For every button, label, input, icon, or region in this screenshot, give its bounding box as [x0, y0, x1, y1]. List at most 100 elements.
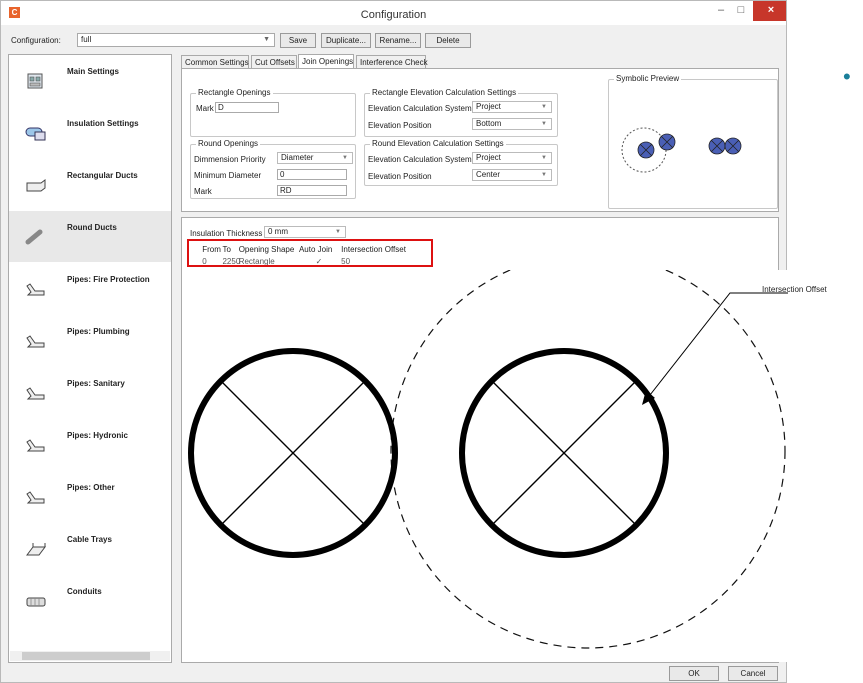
title-bar: C Configuration – □ × [1, 1, 786, 25]
intersection-offset-label: Intersection Offset [762, 285, 827, 294]
group-title: Round Openings [196, 139, 261, 148]
round-elevation-system-value: Project [476, 153, 501, 162]
elevation-position-label: Elevation Position [368, 172, 432, 181]
category-sidebar: Main Settings Insulation Settings Rectan… [8, 54, 172, 663]
elevation-system-label: Elevation Calculation System [368, 155, 472, 164]
priority-select[interactable]: Diameter ▼ [277, 152, 353, 164]
pipe-icon [26, 335, 45, 348]
sidebar-item-label: Round Ducts [67, 223, 117, 232]
sidebar-item-label: Cable Trays [67, 535, 112, 544]
insulation-icon [25, 127, 46, 141]
scrollbar-thumb[interactable] [22, 652, 150, 660]
chevron-down-icon: ▼ [541, 104, 547, 110]
sidebar-item-cable-trays[interactable]: Cable Trays [9, 523, 171, 574]
ok-button[interactable]: OK [669, 666, 719, 681]
round-elevation-group: Round Elevation Calculation Settings Ele… [364, 139, 558, 186]
elevation-system-label: Elevation Calculation System [368, 104, 472, 113]
chevron-down-icon: ▼ [335, 229, 341, 235]
sidebar-item-round-ducts[interactable]: Round Ducts [9, 211, 171, 262]
rect-duct-icon [26, 179, 46, 192]
tab-interference-check[interactable]: Interference Check [356, 55, 428, 69]
configuration-value: full [81, 35, 92, 44]
round-elevation-position-value: Center [476, 170, 501, 179]
round-elevation-position-select[interactable]: Center ▼ [472, 169, 552, 181]
sidebar-item-pipes-other[interactable]: Pipes: Other [9, 471, 171, 522]
configuration-bar: Configuration: full ▼ Save Duplicate... … [1, 31, 786, 49]
sidebar-item-pipes-sanitary[interactable]: Pipes: Sanitary [9, 367, 171, 418]
chevron-down-icon: ▼ [541, 121, 547, 127]
sidebar-item-pipes-fire-protection[interactable]: Pipes: Fire Protection [9, 263, 171, 314]
close-button[interactable]: × [753, 1, 786, 21]
sidebar-item-label: Pipes: Sanitary [67, 379, 125, 388]
group-title: Rectangle Elevation Calculation Settings [370, 88, 519, 97]
rectangle-openings-group: Rectangle Openings Mark D [190, 88, 356, 137]
pipe-icon [26, 283, 45, 296]
intersection-offset-diagram [186, 270, 788, 662]
main-settings-icon [27, 73, 43, 89]
sidebar-item-conduits[interactable]: Conduits [9, 575, 171, 626]
rect-elevation-position-select[interactable]: Bottom ▼ [472, 118, 552, 130]
insulation-thickness-value: 0 mm [268, 227, 288, 236]
slide-bullet: • [843, 64, 851, 89]
symbolic-preview-image [612, 92, 774, 204]
group-title: Round Elevation Calculation Settings [370, 139, 506, 148]
configuration-select[interactable]: full ▼ [77, 33, 275, 47]
delete-button[interactable]: Delete [425, 33, 471, 48]
chevron-down-icon: ▼ [342, 155, 348, 161]
highlight-box [187, 239, 433, 267]
conduit-icon [26, 597, 46, 607]
insulation-thickness-label: Insulation Thickness [190, 229, 263, 238]
rect-elevation-system-select[interactable]: Project ▼ [472, 101, 552, 113]
cancel-button[interactable]: Cancel [728, 666, 778, 681]
priority-value: Diameter [281, 153, 314, 162]
pipe-icon [26, 491, 45, 504]
rect-elevation-group: Rectangle Elevation Calculation Settings… [364, 88, 558, 137]
insulation-thickness-select[interactable]: 0 mm ▼ [264, 226, 346, 238]
pipe-icon [26, 387, 45, 400]
chevron-down-icon: ▼ [541, 172, 547, 178]
elevation-position-label: Elevation Position [368, 121, 432, 130]
group-title: Rectangle Openings [196, 88, 273, 97]
window-title: Configuration [360, 9, 427, 21]
group-title: Symbolic Preview [614, 74, 682, 83]
pipe-icon [26, 439, 45, 452]
sidebar-item-insulation-settings[interactable]: Insulation Settings [9, 107, 171, 158]
sidebar-item-label: Pipes: Hydronic [67, 431, 128, 440]
round-mark-input[interactable]: RD [277, 185, 347, 196]
min-diameter-input[interactable]: 0 [277, 169, 347, 180]
mark-label: Mark [194, 187, 212, 196]
rename-button[interactable]: Rename... [375, 33, 421, 48]
save-button[interactable]: Save [280, 33, 316, 48]
symbolic-preview-group: Symbolic Preview [608, 74, 778, 209]
tab-common-settings[interactable]: Common Settings [181, 55, 249, 69]
sidebar-item-label: Pipes: Plumbing [67, 327, 130, 336]
sidebar-item-label: Main Settings [67, 67, 120, 76]
round-openings-group: Round Openings Dimmension Priority Diame… [190, 139, 356, 199]
rect-elevation-position-value: Bottom [476, 119, 502, 128]
priority-label: Dimmension Priority [194, 155, 266, 164]
sidebar-item-label: Pipes: Other [67, 483, 115, 492]
sidebar-item-rectangular-ducts[interactable]: Rectangular Ducts [9, 159, 171, 210]
cable-tray-icon [26, 543, 46, 556]
sidebar-item-label: Pipes: Fire Protection [67, 275, 150, 284]
duplicate-button[interactable]: Duplicate... [321, 33, 371, 48]
sidebar-item-pipes-hydronic[interactable]: Pipes: Hydronic [9, 419, 171, 470]
maximize-button[interactable]: □ [729, 1, 753, 21]
chevron-down-icon: ▼ [541, 155, 547, 161]
sidebar-item-label: Insulation Settings [67, 119, 139, 128]
rect-elevation-system-value: Project [476, 102, 501, 111]
min-diameter-label: Minimum Diameter [194, 171, 262, 180]
configuration-label: Configuration: [11, 36, 61, 45]
sidebar-item-label: Rectangular Ducts [67, 171, 138, 180]
mark-label: Mark [196, 104, 214, 113]
chevron-down-icon: ▼ [263, 36, 270, 43]
round-duct-icon [25, 229, 43, 245]
sidebar-item-main-settings[interactable]: Main Settings [9, 55, 171, 106]
round-elevation-system-select[interactable]: Project ▼ [472, 152, 552, 164]
sidebar-item-pipes-plumbing[interactable]: Pipes: Plumbing [9, 315, 171, 366]
join-openings-panel: Rectangle Openings Mark D Round Openings… [181, 68, 779, 212]
tab-join-openings[interactable]: Join Openings [298, 54, 354, 69]
tab-cut-offsets[interactable]: Cut Offsets [251, 55, 297, 69]
rect-mark-input[interactable]: D [215, 102, 279, 113]
sidebar-scrollbar[interactable] [10, 651, 170, 661]
